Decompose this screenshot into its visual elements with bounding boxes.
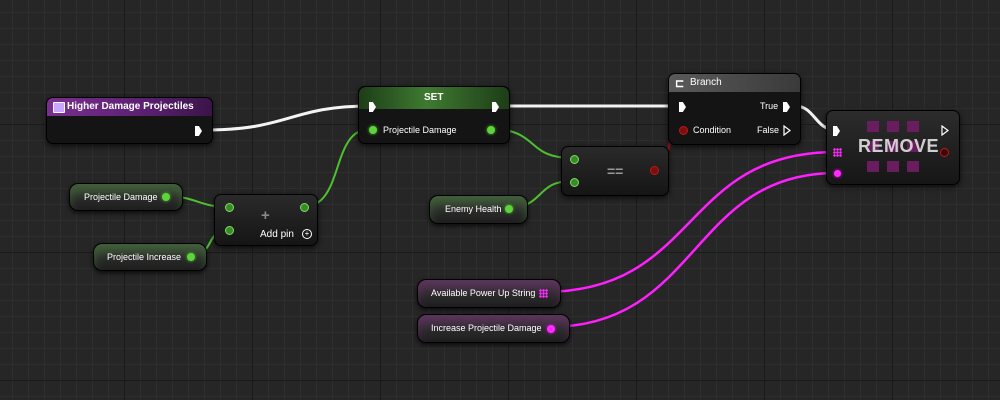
equal-symbol: == [607,163,624,179]
event-node-higher-damage-projectiles[interactable]: Higher Damage Projectiles [46,97,213,144]
add-input-b-pin[interactable] [225,226,234,235]
variable-output-pin[interactable] [547,325,555,333]
remove-exec-output-pin[interactable] [941,125,949,136]
remove-node[interactable]: REMOVE [826,110,960,185]
remove-title: REMOVE [858,136,940,156]
variable-projectile-increase[interactable]: Projectile Increase [93,243,207,271]
set-node[interactable]: SET Projectile Damage [358,86,510,144]
set-pin-label: Projectile Damage [383,125,457,135]
variable-available-power-up-string[interactable]: Available Power Up String [417,279,561,308]
variable-enemy-health[interactable]: Enemy Health [429,195,528,224]
event-exec-output-pin[interactable] [195,126,202,136]
variable-output-pin[interactable] [162,193,170,201]
event-title: Higher Damage Projectiles [67,101,194,112]
variable-output-array-pin[interactable] [539,289,548,298]
branch-condition-label: Condition [693,125,732,135]
variable-label: Projectile Increase [107,252,182,262]
set-node-title: SET [424,92,444,103]
event-icon [53,102,65,113]
add-node[interactable]: + Add pin + [214,194,318,246]
variable-output-pin[interactable] [505,205,513,213]
branch-condition-pin[interactable] [679,126,688,135]
variable-output-pin[interactable] [187,253,195,261]
variable-label: Available Power Up String [431,288,536,298]
exec-wire-event-to-set [203,104,372,132]
variable-projectile-damage[interactable]: Projectile Damage [69,183,183,211]
equal-input-a-pin[interactable] [570,155,579,164]
add-pin-label[interactable]: Add pin [260,229,294,240]
string-wire-to-remove [547,171,838,329]
remove-target-array-pin[interactable] [833,148,842,157]
variable-label: Increase Projectile Damage [431,323,542,333]
equal-output-pin[interactable] [650,166,659,175]
variable-label: Enemy Health [445,204,502,214]
branch-false-output-pin[interactable] [783,125,791,136]
branch-true-output-pin[interactable] [783,102,790,112]
add-pin-icon[interactable]: + [302,229,312,239]
remove-item-pin[interactable] [834,170,841,177]
branch-title: Branch [690,77,722,88]
branch-true-label: True [760,101,779,111]
branch-exec-input-pin[interactable] [679,102,686,112]
add-output-pin[interactable] [300,203,309,212]
add-symbol: + [261,207,270,224]
equal-node[interactable]: == [561,146,669,196]
branch-false-label: False [757,125,780,135]
set-value-input-pin[interactable] [369,126,377,134]
set-value-output-pin[interactable] [487,126,495,134]
variable-increase-projectile-damage[interactable]: Increase Projectile Damage [417,314,570,343]
remove-return-pin[interactable] [940,148,949,157]
equal-input-b-pin[interactable] [570,178,579,187]
variable-label: Projectile Damage [84,192,158,202]
add-input-a-pin[interactable] [225,203,234,212]
remove-exec-input-pin[interactable] [833,126,840,136]
branch-node[interactable]: ⊏ Branch True Condition False [668,73,801,145]
branch-icon: ⊏ [675,78,685,90]
